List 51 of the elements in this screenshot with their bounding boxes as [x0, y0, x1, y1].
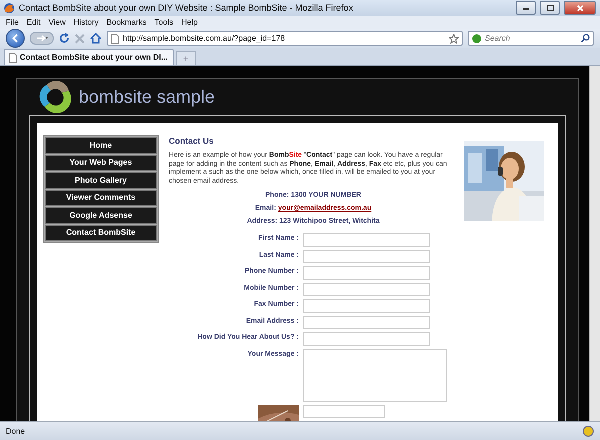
input-field[interactable] [303, 233, 430, 247]
menu-item[interactable]: Tools [154, 18, 174, 27]
minimize-icon [523, 6, 529, 10]
search-icon[interactable] [581, 34, 590, 43]
search-field[interactable]: Search [468, 31, 594, 46]
address-field[interactable]: http://sample.bombsite.com.au/?page_id=178 [107, 31, 463, 46]
message-field[interactable] [303, 348, 447, 402]
menu-item[interactable]: Edit [26, 18, 41, 27]
menu-item[interactable]: Help [181, 18, 198, 27]
maximize-button[interactable] [540, 1, 560, 15]
menu-item[interactable]: File [6, 18, 19, 27]
minimize-button[interactable] [516, 1, 536, 15]
input-field[interactable] [303, 316, 430, 330]
close-icon [576, 4, 584, 12]
forward-arrow-icon [36, 35, 48, 42]
site-menu-item[interactable]: Viewer Comments [45, 190, 157, 206]
scrollbar[interactable] [589, 66, 600, 421]
input-field[interactable] [303, 266, 430, 280]
search-engine-icon [472, 34, 482, 44]
star-icon[interactable] [449, 34, 459, 44]
site-menu-item[interactable]: Your Web Pages [45, 154, 157, 171]
input-field[interactable] [303, 250, 430, 264]
page-icon [9, 52, 17, 62]
logo-icon [37, 79, 73, 115]
captcha-field[interactable] [303, 404, 385, 418]
site-menu-item[interactable]: Google Adsense [45, 207, 157, 224]
maximize-icon [546, 5, 554, 11]
input-field[interactable] [303, 332, 430, 346]
menu-item[interactable]: History [74, 18, 99, 27]
search-input[interactable]: Search [485, 34, 578, 43]
back-button[interactable] [6, 29, 25, 48]
page-icon [111, 34, 119, 44]
browser-tab[interactable]: Contact BombSite about your own DI... [4, 49, 174, 65]
menu-item[interactable]: View [48, 18, 66, 27]
reload-icon[interactable] [59, 33, 70, 44]
input-field[interactable] [303, 299, 430, 313]
stop-icon[interactable] [75, 34, 85, 44]
home-icon[interactable] [90, 33, 102, 44]
status-text: Done [6, 426, 26, 436]
forward-button[interactable] [30, 32, 54, 45]
page-heading: Contact Us [169, 136, 215, 146]
security-icon [583, 426, 594, 436]
close-button[interactable] [564, 1, 596, 15]
window-title: Contact BombSite about your own DIY Website : Sample BombSite - Mozilla Firefox [19, 3, 354, 13]
input-field[interactable] [303, 282, 430, 296]
site-title: bombsite sample [79, 86, 216, 108]
menu-item[interactable]: Bookmarks [106, 18, 147, 27]
site-menu-item[interactable]: Contact BombSite [45, 224, 157, 241]
site-menu-item[interactable]: Photo Gallery [45, 172, 157, 188]
site-menu-item[interactable]: Home [45, 137, 157, 154]
browser-logo-icon [4, 2, 15, 14]
